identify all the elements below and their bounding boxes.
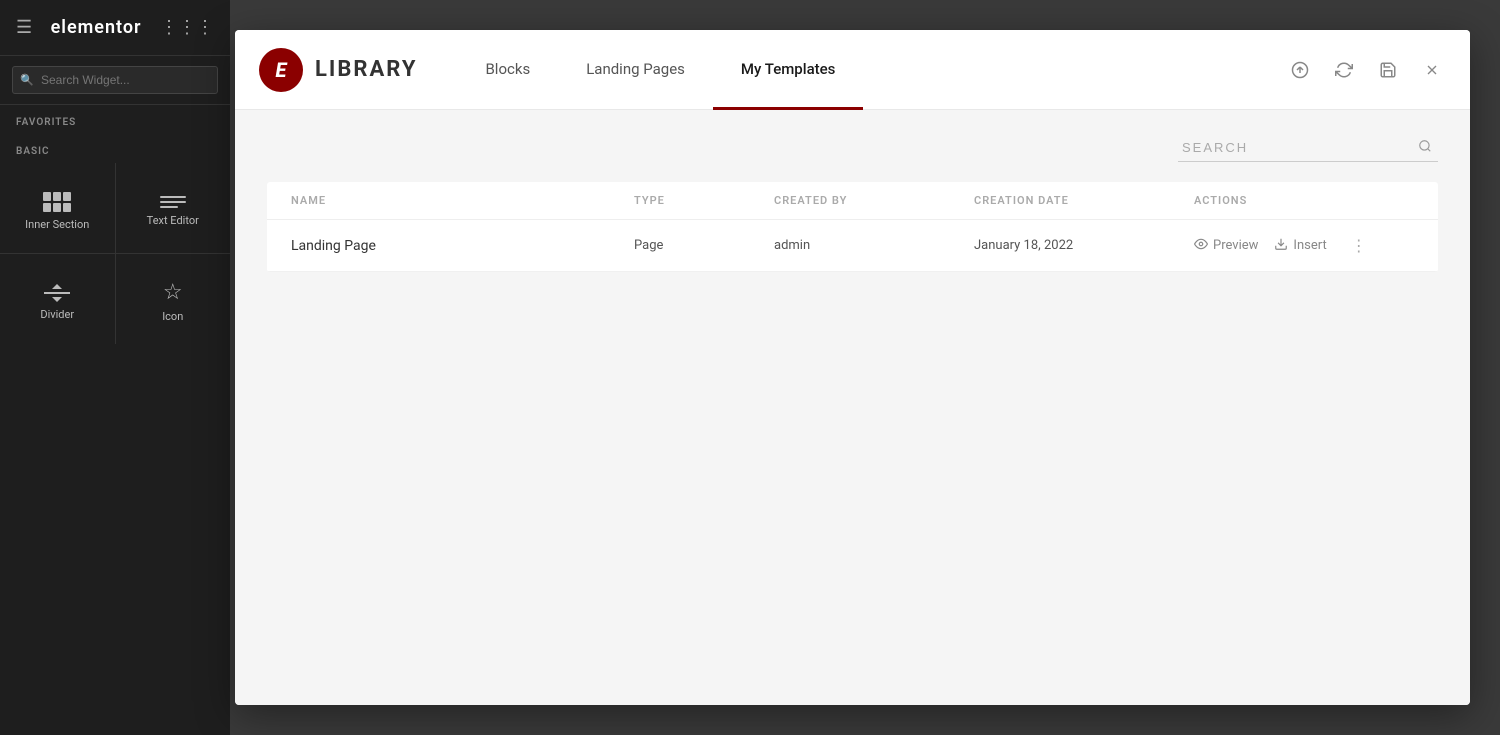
insert-icon: [1274, 237, 1288, 255]
sync-icon: [1335, 61, 1353, 79]
header-created-by: CREATED BY: [774, 194, 974, 207]
close-button[interactable]: [1418, 56, 1446, 84]
star-icon: ☆: [163, 282, 183, 304]
modal-tabs: Blocks Landing Pages My Templates: [457, 30, 1286, 109]
favorites-label: FAVORITES: [0, 105, 230, 134]
header-type: TYPE: [634, 194, 774, 207]
row-actions: Preview Insert ⋮: [1194, 236, 1414, 255]
upload-button[interactable]: [1286, 56, 1314, 84]
more-actions-button[interactable]: ⋮: [1351, 236, 1369, 255]
modal-header-actions: [1286, 56, 1446, 84]
sync-button[interactable]: [1330, 56, 1358, 84]
sidebar-header: ☰ elementor ⋮⋮⋮: [0, 0, 230, 56]
row-created-by: admin: [774, 238, 974, 253]
elementor-logo: elementor: [51, 17, 142, 38]
row-name: Landing Page: [291, 238, 634, 254]
header-creation-date: CREATION DATE: [974, 194, 1194, 207]
search-bar-wrap: [267, 134, 1438, 162]
divider-label: Divider: [40, 308, 74, 321]
row-creation-date: January 18, 2022: [974, 238, 1194, 253]
upload-icon: [1291, 61, 1309, 79]
text-editor-label: Text Editor: [147, 214, 199, 227]
search-widget-icon: 🔍: [20, 74, 34, 87]
library-modal: E LIBRARY Blocks Landing Pages My Templa…: [235, 30, 1470, 705]
inner-section-icon: [43, 192, 71, 212]
search-input[interactable]: [1178, 134, 1438, 162]
header-actions: ACTIONS: [1194, 194, 1414, 207]
preview-label: Preview: [1213, 238, 1258, 253]
close-icon: [1424, 62, 1440, 78]
widget-grid: Inner Section Text Editor Divider: [0, 163, 230, 344]
table-row: Landing Page Page admin January 18, 2022…: [267, 220, 1438, 272]
widget-icon[interactable]: ☆ Icon: [116, 254, 231, 344]
search-widget-wrap: 🔍: [0, 56, 230, 105]
table-header: NAME TYPE CREATED BY CREATION DATE ACTIO…: [267, 182, 1438, 220]
save-icon: [1379, 61, 1397, 79]
header-name: NAME: [291, 194, 634, 207]
element-sidebar: ☰ elementor ⋮⋮⋮ 🔍 FAVORITES BASIC Inner …: [0, 0, 230, 735]
hamburger-icon[interactable]: ☰: [16, 17, 32, 38]
row-type: Page: [634, 238, 774, 253]
widget-divider[interactable]: Divider: [0, 254, 115, 344]
insert-label: Insert: [1293, 238, 1326, 253]
basic-label: BASIC: [0, 134, 230, 163]
widget-text-editor[interactable]: Text Editor: [116, 163, 231, 253]
library-logo: E LIBRARY: [259, 48, 417, 92]
modal-body: NAME TYPE CREATED BY CREATION DATE ACTIO…: [235, 110, 1470, 705]
search-widget-input[interactable]: [12, 66, 218, 94]
widget-inner-section[interactable]: Inner Section: [0, 163, 115, 253]
icon-label: Icon: [162, 310, 183, 323]
tab-my-templates[interactable]: My Templates: [713, 30, 863, 110]
library-logo-circle: E: [259, 48, 303, 92]
tab-blocks[interactable]: Blocks: [457, 30, 558, 110]
preview-button[interactable]: Preview: [1194, 237, 1258, 255]
grid-icon[interactable]: ⋮⋮⋮: [160, 17, 214, 38]
tab-landing-pages[interactable]: Landing Pages: [558, 30, 713, 110]
preview-icon: [1194, 237, 1208, 255]
search-bar-icon: [1418, 139, 1432, 157]
library-title: LIBRARY: [315, 57, 417, 82]
modal-header: E LIBRARY Blocks Landing Pages My Templa…: [235, 30, 1470, 110]
templates-table: NAME TYPE CREATED BY CREATION DATE ACTIO…: [267, 182, 1438, 272]
text-editor-icon: [160, 196, 186, 208]
search-bar: [1178, 134, 1438, 162]
elementor-e-icon: E: [276, 58, 287, 82]
save-button[interactable]: [1374, 56, 1402, 84]
divider-icon: [44, 284, 70, 302]
insert-button[interactable]: Insert: [1274, 237, 1326, 255]
inner-section-label: Inner Section: [25, 218, 89, 231]
